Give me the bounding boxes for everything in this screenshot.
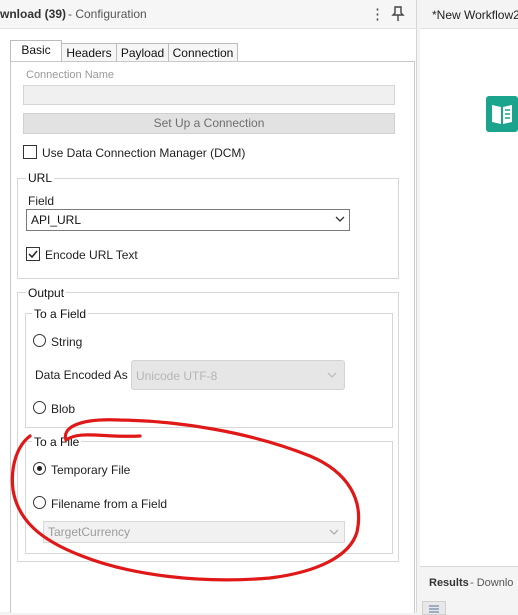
to-file-label: To a File [32, 435, 82, 449]
chevron-down-icon [334, 213, 346, 228]
results-panel-header: Results - Downlo [420, 566, 518, 615]
dcm-label: Use Data Connection Manager (DCM) [42, 146, 246, 160]
results-title: Results [429, 577, 469, 589]
more-menu-icon[interactable]: ⋮ [370, 5, 385, 23]
output-group-label: Output [26, 286, 67, 300]
filename-field-value: TargetCurrency [48, 525, 131, 539]
encode-url-label: Encode URL Text [45, 248, 138, 262]
blob-radio[interactable] [33, 401, 46, 414]
url-field-select[interactable]: API_URL [26, 209, 350, 231]
filename-from-field-label: Filename from a Field [51, 497, 168, 511]
url-field-label: Field [28, 194, 55, 208]
checkmark-icon [28, 250, 38, 259]
tab-headers-label: Headers [66, 46, 112, 60]
configuration-header: wnload (39) - Configuration ⋮ [0, 0, 416, 29]
tab-headers[interactable]: Headers [61, 43, 117, 63]
tab-connection-label: Connection [172, 46, 234, 60]
setup-connection-label: Set Up a Connection [153, 116, 265, 130]
filename-from-field-radio[interactable] [33, 496, 46, 509]
string-label: String [51, 335, 83, 349]
book-icon[interactable] [486, 96, 518, 135]
pin-icon[interactable] [391, 6, 405, 25]
workflow-tab[interactable]: *New Workflow2 [420, 0, 518, 29]
config-title-tool: wnload (39) [0, 7, 67, 21]
temporary-file-radio[interactable] [33, 462, 46, 475]
setup-connection-button: Set Up a Connection [23, 113, 395, 134]
tab-connection[interactable]: Connection [168, 43, 238, 63]
encoded-as-label: Data Encoded As [35, 368, 128, 382]
connection-name-input [23, 85, 395, 105]
tab-basic-label: Basic [21, 43, 51, 57]
list-icon[interactable] [422, 601, 446, 615]
connection-name-label: Connection Name [26, 69, 115, 81]
tab-payload-label: Payload [120, 46, 165, 60]
tab-basic[interactable]: Basic [10, 40, 62, 63]
url-group-label: URL [26, 171, 55, 185]
encoding-select: Unicode UTF-8 [131, 360, 345, 390]
string-radio[interactable] [33, 334, 46, 347]
results-subtitle: - Downlo [470, 577, 514, 589]
chevron-down-icon [328, 526, 340, 541]
encoding-value: Unicode UTF-8 [136, 369, 218, 383]
to-field-label: To a Field [32, 307, 89, 321]
temporary-file-label: Temporary File [51, 463, 131, 477]
tab-payload[interactable]: Payload [116, 43, 169, 63]
filename-field-select: TargetCurrency [43, 521, 345, 543]
chevron-down-icon [326, 369, 338, 384]
config-title-suffix: - Configuration [68, 7, 147, 21]
workflow-canvas[interactable] [420, 0, 518, 612]
dcm-checkbox[interactable] [23, 145, 37, 159]
blob-label: Blob [51, 402, 76, 416]
encode-url-checkbox[interactable] [26, 247, 40, 261]
workflow-tab-title: *New Workflow2 [432, 8, 518, 22]
url-field-value: API_URL [31, 213, 82, 227]
